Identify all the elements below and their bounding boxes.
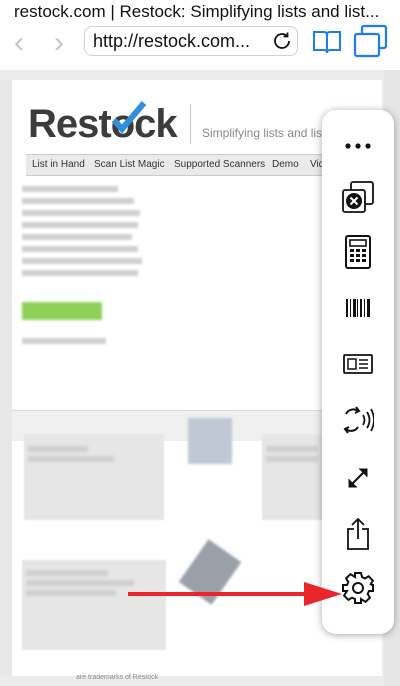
forward-icon[interactable]: ›: [54, 28, 64, 58]
bookmarks-icon[interactable]: [312, 29, 342, 55]
close-tabs-button[interactable]: [334, 176, 382, 220]
back-icon[interactable]: ‹: [14, 28, 24, 58]
sound-icon: [343, 406, 374, 434]
header-divider: [190, 104, 191, 144]
signup-button[interactable]: [22, 302, 102, 320]
url-text[interactable]: http://restock.com...: [93, 31, 271, 52]
id-card-button[interactable]: [334, 342, 382, 386]
calculator-button[interactable]: [334, 230, 382, 274]
feature-card: [262, 434, 324, 520]
blurred-text: [266, 456, 318, 462]
blurred-text: [28, 456, 114, 462]
blurred-text: [26, 580, 134, 586]
menu-item[interactable]: Scan List Magic: [94, 159, 165, 170]
id-card-icon: [343, 354, 373, 374]
expand-button[interactable]: [334, 456, 382, 500]
browser-page-title: restock.com | Restock: Simplifying lists…: [14, 2, 380, 21]
blurred-text: [266, 446, 318, 452]
blurred-text: [26, 570, 108, 576]
settings-icon: [342, 572, 375, 604]
shield-check-image: [188, 418, 232, 464]
blurred-text: [22, 186, 118, 192]
logo-check-icon: [111, 101, 147, 134]
blurred-link[interactable]: [22, 338, 106, 344]
menu-item[interactable]: Supported Scanners: [174, 159, 265, 170]
footer-text: are trademarks of Restock: [76, 674, 159, 681]
site-tagline: Simplifying lists and list m: [202, 126, 339, 140]
blurred-text: [28, 446, 88, 452]
menu-item[interactable]: List in Hand: [32, 159, 85, 170]
blurred-text: [22, 222, 138, 228]
more-icon: [345, 143, 371, 149]
calculator-icon: [345, 235, 371, 269]
address-bar[interactable]: http://restock.com...: [84, 26, 298, 56]
site-logo[interactable]: Restock: [28, 102, 178, 147]
blurred-text: [22, 270, 138, 276]
logo-text: Restock: [28, 102, 178, 146]
expand-icon: [348, 468, 368, 488]
blurred-text: [22, 210, 140, 216]
reload-icon[interactable]: [271, 30, 293, 52]
barcode-button[interactable]: [334, 286, 382, 330]
share-button[interactable]: [334, 512, 382, 556]
annotation-arrow: [128, 582, 342, 606]
blurred-text: [22, 234, 132, 240]
sound-button[interactable]: [334, 398, 382, 442]
more-button[interactable]: [334, 124, 382, 168]
close-tabs-icon: [342, 181, 374, 213]
tabs-icon[interactable]: [352, 24, 390, 60]
barcode-icon: [346, 299, 370, 317]
action-panel: [322, 110, 394, 634]
browser-toolbar: ‹ › http://restock.com...: [0, 24, 400, 70]
blurred-text: [22, 258, 142, 264]
share-icon: [347, 517, 369, 550]
blurred-text: [22, 198, 134, 204]
feature-card: [24, 434, 164, 520]
menu-item[interactable]: Demo: [272, 159, 299, 170]
blurred-text: [26, 590, 116, 596]
blurred-text: [22, 246, 138, 252]
